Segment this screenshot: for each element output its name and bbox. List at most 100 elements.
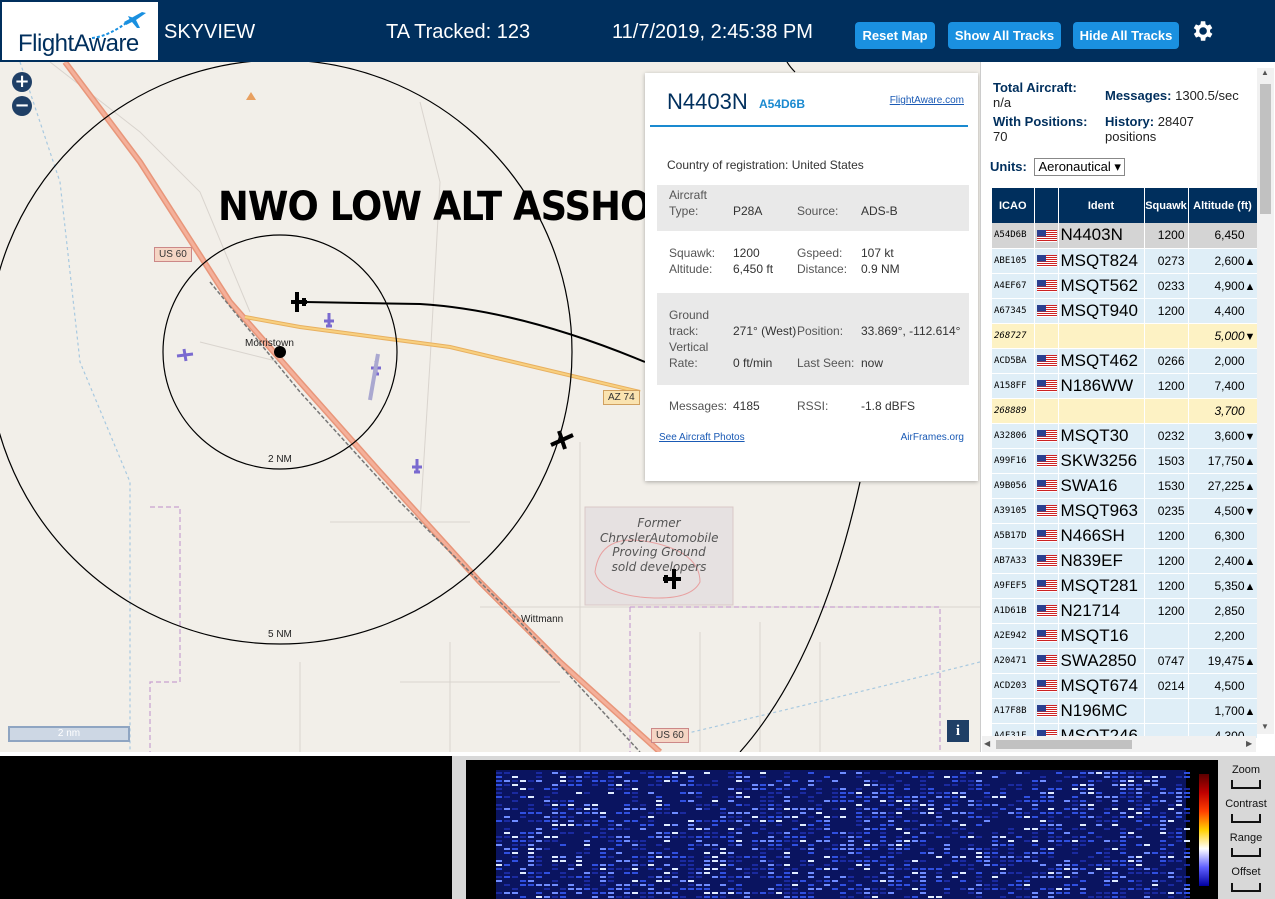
altitude-cell: 4,400 bbox=[1188, 298, 1257, 324]
table-row[interactable]: A2E942 MSQT16 2,200 bbox=[992, 623, 1257, 649]
messages-label: Messages: bbox=[669, 399, 728, 413]
aircraft-list-panel: Total Aircraft: n/a Messages: 1300.5/sec… bbox=[980, 62, 1275, 752]
total-aircraft-value: n/a bbox=[993, 95, 1012, 110]
zoom-out-button[interactable]: − bbox=[12, 96, 32, 116]
table-row[interactable]: AB7A33 N839EF 1200 2,400▲ bbox=[992, 548, 1257, 574]
column-header-squawk[interactable]: Squawk bbox=[1144, 188, 1189, 223]
units-select[interactable]: Aeronautical ▾ bbox=[1034, 158, 1125, 176]
horizontal-scrollbar[interactable]: ◀ ▶ bbox=[982, 736, 1256, 752]
altitude-value: 4,900 bbox=[1214, 278, 1245, 293]
icao-cell: ACD203 bbox=[992, 673, 1035, 699]
scroll-up-arrow-icon[interactable]: ▲ bbox=[1261, 68, 1269, 77]
table-row[interactable]: A17F8B N196MC 1,700▲ bbox=[992, 698, 1257, 724]
vertical-scrollbar[interactable]: ▲ ▼ bbox=[1257, 68, 1274, 734]
table-row[interactable]: A54D6B N4403N 1200 6,450 bbox=[992, 223, 1257, 249]
altitude-cell: 2,600▲ bbox=[1188, 248, 1257, 274]
altitude-trend-icon: ▼ bbox=[1244, 430, 1256, 443]
altitude-trend-icon: ▲ bbox=[1244, 580, 1256, 593]
us-flag-icon bbox=[1036, 305, 1057, 318]
table-row[interactable]: A4EF67 MSQT562 0233 4,900▲ bbox=[992, 273, 1257, 299]
offset-slider[interactable] bbox=[1231, 883, 1261, 892]
flightaware-logo[interactable]: FlightAware bbox=[2, 2, 158, 60]
altitude-value: 5,350 bbox=[1214, 578, 1245, 593]
map-view[interactable]: + − NWO LOW ALT ASSHOLE Morristown Wittm… bbox=[0, 62, 980, 752]
position-value: 33.869°, -112.614° bbox=[861, 324, 961, 338]
altitude-cell: 6,300 bbox=[1188, 523, 1257, 549]
squawk-cell: 0235 bbox=[1144, 498, 1189, 524]
scroll-right-arrow-icon[interactable]: ▶ bbox=[1246, 739, 1252, 748]
flag-cell bbox=[1034, 648, 1059, 674]
icao-cell: ABE105 bbox=[992, 248, 1035, 274]
table-row[interactable]: ABE105 MSQT824 0273 2,600▲ bbox=[992, 248, 1257, 274]
position-label: Position: bbox=[797, 324, 844, 338]
squawk-cell: 0273 bbox=[1144, 248, 1189, 274]
horizontal-scroll-thumb[interactable] bbox=[996, 740, 1132, 749]
aircraft-selected-icon[interactable] bbox=[288, 290, 310, 314]
column-header-icao[interactable]: ICAO bbox=[992, 188, 1035, 223]
distance-label: Distance: bbox=[797, 262, 848, 276]
contrast-slider[interactable] bbox=[1231, 814, 1261, 823]
airframes-link[interactable]: AirFrames.org bbox=[901, 432, 964, 443]
aircraft-icon[interactable] bbox=[176, 348, 194, 362]
column-header-altitude[interactable]: Altitude (ft) bbox=[1188, 188, 1257, 223]
table-row[interactable]: A67345 MSQT940 1200 4,400 bbox=[992, 298, 1257, 324]
ident-cell: MSQT462 bbox=[1058, 348, 1145, 374]
us-flag-icon bbox=[1036, 505, 1057, 518]
aircraft-icon[interactable] bbox=[549, 429, 575, 451]
column-header-flag[interactable] bbox=[1034, 188, 1059, 223]
altitude-trend-icon: ▲ bbox=[1244, 280, 1256, 293]
altitude-value: 6,450 ft bbox=[733, 262, 774, 276]
flag-cell bbox=[1034, 498, 1059, 524]
icao-cell: A4EF67 bbox=[992, 273, 1035, 299]
table-row[interactable]: A158FF N186WW 1200 7,400 bbox=[992, 373, 1257, 399]
table-row[interactable]: A1D61B N21714 1200 2,850 bbox=[992, 598, 1257, 624]
aircraft-icon[interactable] bbox=[661, 567, 683, 591]
altitude-trend-icon: ▼ bbox=[1244, 330, 1256, 343]
us-flag-icon bbox=[1036, 255, 1057, 268]
scroll-left-arrow-icon[interactable]: ◀ bbox=[984, 739, 990, 748]
offset-control-label: Offset bbox=[1231, 866, 1261, 878]
squawk-cell: 0233 bbox=[1144, 273, 1189, 299]
table-row[interactable]: A99F16 SKW3256 1503 17,750▲ bbox=[992, 448, 1257, 474]
altitude-cell: 17,750▲ bbox=[1188, 448, 1257, 474]
scroll-down-arrow-icon[interactable]: ▼ bbox=[1261, 722, 1269, 731]
altitude-value: 4,400 bbox=[1214, 303, 1245, 318]
reset-map-button[interactable]: Reset Map bbox=[855, 22, 935, 49]
table-row[interactable]: ACD5BA MSQT462 0266 2,000 bbox=[992, 348, 1257, 374]
popup-section-speed: Squawk: 1200 Gspeed: 107 kt Altitude: 6,… bbox=[657, 243, 969, 283]
us-flag-icon bbox=[1036, 580, 1057, 593]
aircraft-icon[interactable] bbox=[410, 458, 424, 474]
table-row[interactable]: 268727 5,000▼ bbox=[992, 323, 1257, 349]
show-all-tracks-button[interactable]: Show All Tracks bbox=[948, 22, 1061, 49]
vertical-scroll-thumb[interactable] bbox=[1260, 84, 1271, 214]
range-slider[interactable] bbox=[1231, 848, 1261, 857]
gear-icon[interactable] bbox=[1189, 18, 1215, 44]
table-row[interactable]: A20471 SWA2850 0747 19,475▲ bbox=[992, 648, 1257, 674]
us-flag-icon bbox=[1036, 555, 1057, 568]
aircraft-icon[interactable] bbox=[322, 312, 336, 328]
table-row[interactable]: 268889 3,700 bbox=[992, 398, 1257, 424]
squawk-cell bbox=[1144, 623, 1189, 649]
info-button[interactable]: i bbox=[947, 720, 969, 742]
waterfall-display[interactable] bbox=[466, 760, 1218, 899]
table-row[interactable]: A9FEF5 MSQT281 1200 5,350▲ bbox=[992, 573, 1257, 599]
altitude-value: 4,500 bbox=[1214, 678, 1245, 693]
ident-cell bbox=[1058, 398, 1145, 424]
table-row[interactable]: A5B17D N466SH 1200 6,300 bbox=[992, 523, 1257, 549]
us-flag-icon bbox=[1036, 630, 1057, 643]
aircraft-photos-link[interactable]: See Aircraft Photos bbox=[659, 432, 745, 443]
column-header-ident[interactable]: Ident bbox=[1058, 188, 1145, 223]
app-title: SKYVIEW bbox=[164, 21, 256, 43]
hide-all-tracks-button[interactable]: Hide All Tracks bbox=[1073, 22, 1179, 49]
icao-cell: A158FF bbox=[992, 373, 1035, 399]
table-row[interactable]: A9B056 SWA16 1530 27,225▲ bbox=[992, 473, 1257, 499]
scale-bar: 2 nm bbox=[8, 726, 130, 742]
table-row[interactable]: ACD203 MSQT674 0214 4,500 bbox=[992, 673, 1257, 699]
table-row[interactable]: A32806 MSQT30 0232 3,600▼ bbox=[992, 423, 1257, 449]
table-row[interactable]: A39105 MSQT963 0235 4,500▼ bbox=[992, 498, 1257, 524]
zoom-slider[interactable] bbox=[1231, 780, 1261, 789]
table-header-row: ICAO Ident Squawk Altitude (ft) bbox=[992, 188, 1257, 223]
zoom-in-button[interactable]: + bbox=[12, 72, 32, 92]
altitude-value: 1,700 bbox=[1214, 703, 1245, 718]
flightaware-link[interactable]: FlightAware.com bbox=[890, 95, 964, 106]
